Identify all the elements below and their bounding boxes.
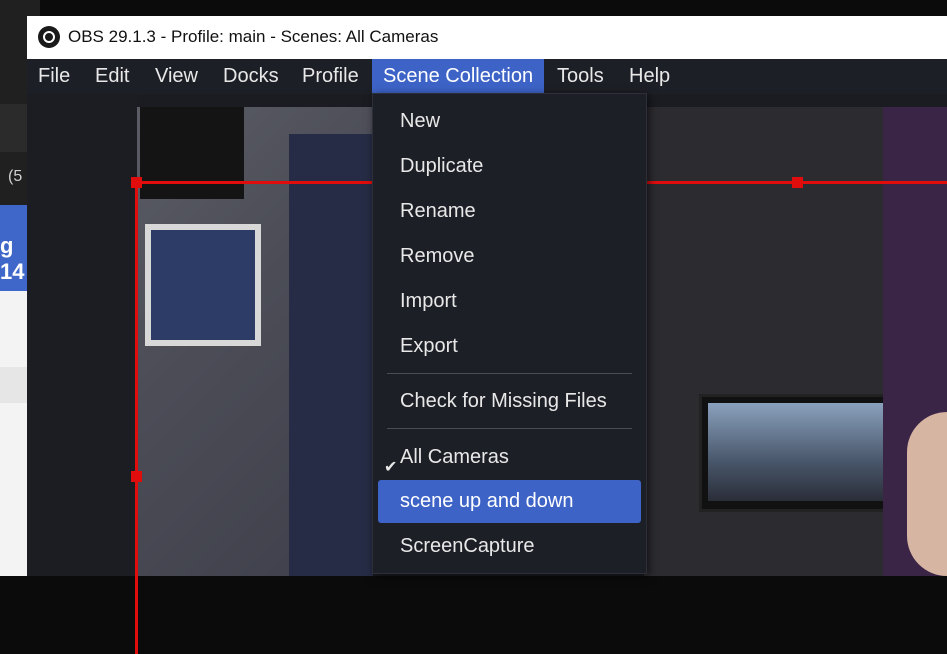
menu-separator [387, 428, 632, 429]
camera-wall-photo [145, 224, 261, 346]
menu-tools[interactable]: Tools [546, 59, 615, 94]
camera-coat [289, 134, 373, 576]
menu-item-all-cameras[interactable]: ✔ All Cameras [378, 436, 641, 479]
camera-face [907, 412, 947, 576]
menu-edit[interactable]: Edit [84, 59, 140, 94]
preview-margin [27, 94, 137, 576]
menu-item-check-missing-files[interactable]: Check for Missing Files [378, 380, 641, 423]
menu-scene-collection[interactable]: Scene Collection [372, 59, 545, 94]
obs-logo-icon [38, 26, 60, 48]
menu-item-rename[interactable]: Rename [378, 190, 641, 233]
menu-item-duplicate[interactable]: Duplicate [378, 145, 641, 188]
selection-outline-left [135, 181, 138, 654]
menu-item-new[interactable]: New [378, 100, 641, 143]
menu-profile[interactable]: Profile [291, 59, 370, 94]
resize-handle-top-center[interactable] [792, 177, 803, 188]
background-app-text: (5 [8, 168, 23, 185]
resize-handle-top-left[interactable] [131, 177, 142, 188]
window-title: OBS 29.1.3 - Profile: main - Scenes: All… [68, 27, 439, 46]
title-bar: OBS 29.1.3 - Profile: main - Scenes: All… [27, 16, 947, 59]
menu-separator [387, 373, 632, 374]
menu-docks[interactable]: Docks [212, 59, 290, 94]
scene-collection-menu: New Duplicate Rename Remove Import Expor… [372, 93, 647, 574]
menu-item-screencapture[interactable]: ScreenCapture [378, 525, 641, 568]
resize-handle-middle-left[interactable] [131, 471, 142, 482]
menu-item-export[interactable]: Export [378, 325, 641, 368]
menu-help[interactable]: Help [618, 59, 681, 94]
menu-bar: File Edit View Docks Profile Scene Colle… [27, 59, 947, 94]
menu-view[interactable]: View [144, 59, 209, 94]
menu-item-scene-up-and-down[interactable]: scene up and down [378, 480, 641, 523]
menu-item-import[interactable]: Import [378, 280, 641, 323]
camera-shirt [140, 107, 244, 199]
menu-item-remove[interactable]: Remove [378, 235, 641, 278]
menu-file[interactable]: File [27, 59, 81, 94]
camera-monitor-screen [708, 403, 886, 501]
camera-monitor [699, 394, 895, 512]
menu-item-label: All Cameras [400, 446, 509, 468]
